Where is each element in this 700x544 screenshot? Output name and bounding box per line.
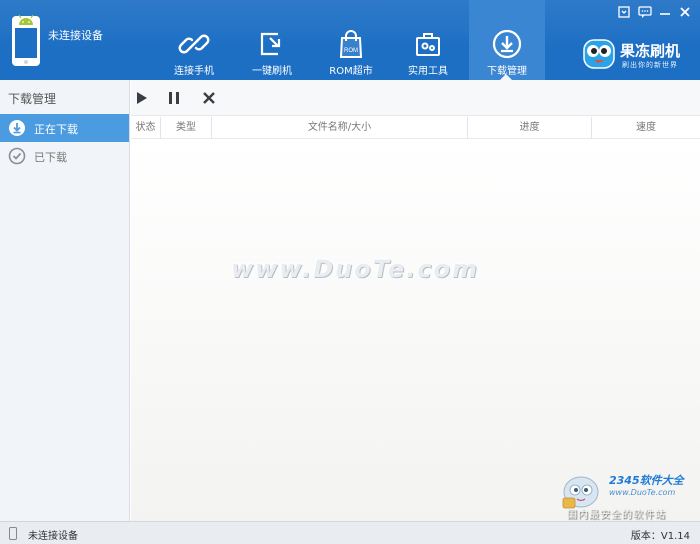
nav-label: 一键刷机 bbox=[252, 66, 292, 77]
download-icon bbox=[492, 29, 522, 59]
close-button[interactable] bbox=[677, 4, 693, 20]
corner-watermark-slogan: 国内最安全的软件站 bbox=[567, 510, 666, 521]
nav-connect-phone[interactable]: 连接手机 bbox=[158, 0, 230, 80]
start-button[interactable] bbox=[133, 90, 149, 106]
brand-area: 果冻刷机 刷出你的新世界 bbox=[582, 36, 692, 76]
flash-icon bbox=[260, 32, 281, 56]
phone-icon bbox=[9, 527, 17, 540]
minimize-button[interactable] bbox=[616, 4, 632, 20]
nav-one-click-flash[interactable]: 一键刷机 bbox=[236, 0, 308, 80]
minimize-dash-icon bbox=[660, 13, 670, 15]
nav-download-manager[interactable]: 下载管理 bbox=[469, 0, 545, 80]
corner-watermark: 2345软件大全 www.DuoTe.com 国内最安全的软件站 bbox=[559, 468, 697, 521]
cancel-icon bbox=[203, 92, 215, 104]
menu-icon bbox=[638, 6, 652, 18]
menu-button[interactable] bbox=[637, 4, 653, 20]
corner-watermark-brand: 2345软件大全 bbox=[609, 474, 684, 487]
cancel-button[interactable] bbox=[201, 90, 217, 106]
android-phone-icon bbox=[12, 14, 40, 66]
check-circle-icon bbox=[8, 147, 26, 165]
version-label: 版本：V1.14 bbox=[630, 531, 690, 542]
play-icon bbox=[137, 92, 147, 104]
status-device-text: 未连接设备 bbox=[28, 531, 78, 542]
rom-badge: ROM bbox=[344, 48, 358, 54]
nav-utilities[interactable]: 实用工具 bbox=[392, 0, 464, 80]
column-header-speed[interactable]: 速度 bbox=[592, 117, 700, 139]
link-icon bbox=[178, 34, 210, 54]
column-header-status[interactable]: 状态 bbox=[131, 117, 161, 139]
column-header-filename[interactable]: 文件名称/大小 bbox=[212, 117, 468, 139]
nav-rom-market[interactable]: ROM ROM超市 bbox=[315, 0, 387, 80]
device-status-area[interactable]: 未连接设备 bbox=[0, 0, 150, 80]
jelly-mascot-logo bbox=[583, 39, 615, 69]
sidebar-item-label: 正在下载 bbox=[34, 123, 78, 136]
minimize-dash-button[interactable] bbox=[657, 4, 673, 20]
column-header-progress[interactable]: 进度 bbox=[468, 117, 592, 139]
sidebar-item-downloaded[interactable]: 已下载 bbox=[0, 142, 129, 170]
sidebar-title: 下载管理 bbox=[8, 92, 57, 106]
download-circle-icon bbox=[9, 120, 25, 136]
brand-slogan: 刷出你的新世界 bbox=[622, 61, 678, 69]
top-header: 未连接设备 连接手机 一键刷机 ROM ROM超市 实用工具 下载管理 果冻刷机… bbox=[0, 0, 700, 80]
device-status-label: 未连接设备 bbox=[48, 29, 103, 42]
brand-name: 果冻刷机 bbox=[620, 42, 681, 60]
nav-label: ROM超市 bbox=[329, 66, 373, 77]
pause-icon bbox=[169, 92, 179, 104]
corner-watermark-url: www.DuoTe.com bbox=[609, 488, 676, 497]
pause-button[interactable] bbox=[166, 90, 182, 106]
status-bar: 未连接设备 版本：V1.14 bbox=[0, 521, 700, 544]
close-icon bbox=[680, 7, 690, 17]
toolbox-icon bbox=[416, 33, 440, 56]
download-toolbar bbox=[131, 80, 700, 116]
download-table-header: 状态 类型 文件名称/大小 进度 速度 bbox=[131, 117, 700, 139]
nav-label: 实用工具 bbox=[408, 66, 448, 77]
rom-bag-icon: ROM bbox=[339, 30, 363, 58]
sidebar: 下载管理 正在下载 已下载 bbox=[0, 80, 130, 521]
sidebar-item-label: 已下载 bbox=[34, 151, 67, 164]
center-watermark: www.DuoTe.com bbox=[231, 255, 479, 283]
download-table-body: www.DuoTe.com 2345软件大全 www.DuoTe.com 国内最… bbox=[131, 140, 700, 521]
nav-label: 连接手机 bbox=[174, 66, 214, 77]
minimize-icon bbox=[618, 6, 630, 18]
column-header-type[interactable]: 类型 bbox=[161, 117, 212, 139]
sidebar-item-downloading[interactable]: 正在下载 bbox=[0, 114, 129, 142]
